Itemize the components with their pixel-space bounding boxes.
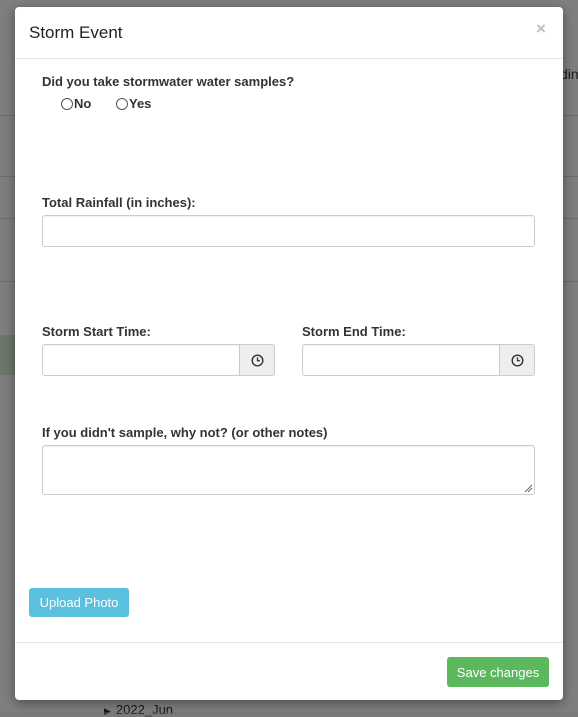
resize-grip-icon[interactable] — [524, 484, 533, 493]
modal-title: Storm Event — [29, 23, 123, 42]
end-time-input[interactable] — [302, 344, 500, 376]
close-button[interactable]: × — [536, 19, 546, 39]
start-time-label: Storm Start Time: — [42, 324, 151, 339]
start-time-input[interactable] — [42, 344, 240, 376]
samples-question-label: Did you take stormwater water samples? — [42, 74, 295, 89]
radio-yes-option[interactable]: Yes — [116, 96, 151, 111]
radio-yes-label: Yes — [129, 96, 152, 111]
modal-footer-divider — [15, 642, 563, 643]
rainfall-input[interactable] — [42, 215, 535, 247]
clock-icon — [250, 353, 264, 367]
upload-photo-button[interactable]: Upload Photo — [29, 588, 129, 617]
modal-header: Storm Event × — [15, 7, 563, 59]
radio-no-label: No — [74, 96, 92, 111]
notes-textarea[interactable] — [42, 445, 535, 495]
radio-yes[interactable] — [116, 97, 128, 110]
radio-no-option[interactable]: No — [61, 96, 91, 111]
end-time-picker-button[interactable] — [499, 344, 535, 376]
radio-no[interactable] — [61, 97, 73, 110]
end-time-label: Storm End Time: — [302, 324, 406, 339]
save-changes-button[interactable]: Save changes — [447, 657, 549, 687]
start-time-picker-button[interactable] — [239, 344, 275, 376]
notes-label: If you didn't sample, why not? (or other… — [42, 425, 328, 440]
storm-event-modal: Storm Event × Did you take stormwater wa… — [15, 7, 563, 700]
rainfall-label: Total Rainfall (in inches): — [42, 195, 196, 210]
clock-icon — [510, 353, 524, 367]
